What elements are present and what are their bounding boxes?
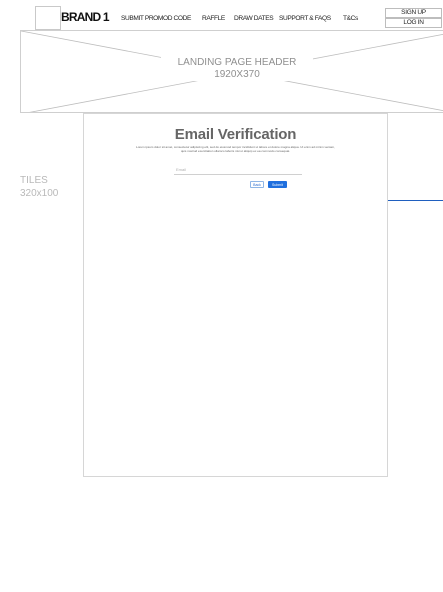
logo-placeholder[interactable] — [35, 6, 61, 30]
landing-header-placeholder: LANDING PAGE HEADER 1920X370 — [20, 30, 443, 113]
signup-button[interactable]: SIGN UP — [385, 8, 442, 18]
back-button[interactable]: Back — [250, 181, 264, 188]
header-label-title: LANDING PAGE HEADER — [177, 57, 297, 68]
login-button[interactable]: LOG IN — [385, 18, 442, 28]
top-navbar: BRAND 1 SUBMIT PROMOD CODE RAFFLE DRAW D… — [0, 0, 443, 30]
header-label: LANDING PAGE HEADER 1920X370 — [161, 57, 313, 81]
nav-draw-dates[interactable]: DRAW DATES — [234, 15, 274, 22]
verification-panel: Email Verification Lorem ipsum dolor sit… — [83, 113, 388, 477]
submit-button[interactable]: Submit — [268, 181, 287, 188]
nav-terms[interactable]: T&Cs — [343, 15, 358, 22]
annotation-line — [381, 200, 443, 201]
nav-submit-promo-code[interactable]: SUBMIT PROMOD CODE — [121, 15, 191, 22]
email-field[interactable] — [174, 165, 302, 175]
nav-raffle[interactable]: RAFFLE — [202, 15, 225, 22]
page-title: Email Verification — [174, 126, 297, 143]
brand-name[interactable]: BRAND 1 — [61, 10, 110, 24]
nav-support-faqs[interactable]: SUPPORT & FAQS — [279, 15, 331, 22]
description-text: Lorem ipsum dolor sit amet, consectetur … — [136, 145, 335, 154]
header-label-size: 1920X370 — [214, 69, 260, 80]
tiles-annotation: TILES 320x100 — [20, 175, 59, 199]
